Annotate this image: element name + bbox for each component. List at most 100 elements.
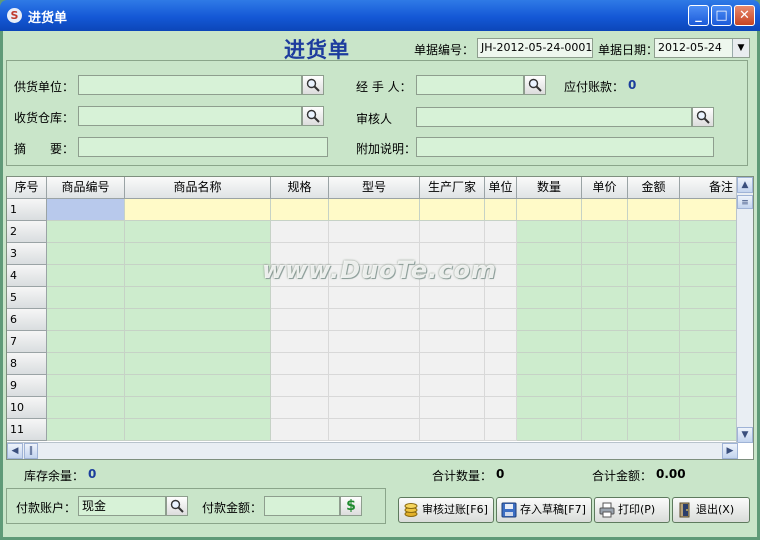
grid-cell[interactable]: [582, 243, 628, 265]
grid-cell[interactable]: [420, 375, 485, 397]
row-header[interactable]: 9: [7, 375, 47, 397]
grid-cell[interactable]: [47, 221, 125, 243]
grid-cell[interactable]: [271, 397, 329, 419]
grid-cell[interactable]: [125, 221, 271, 243]
grid-cell[interactable]: [271, 331, 329, 353]
grid-cell[interactable]: [125, 243, 271, 265]
grid-cell[interactable]: [628, 243, 680, 265]
col-header-spec[interactable]: 规格: [271, 177, 329, 199]
grid-cell[interactable]: [271, 309, 329, 331]
grid-cell[interactable]: [420, 309, 485, 331]
handler-search-button[interactable]: [524, 75, 546, 95]
grid-cell[interactable]: [680, 309, 738, 331]
pay-amount-field[interactable]: [264, 496, 340, 516]
grid-cell[interactable]: [125, 199, 271, 221]
grid-cell[interactable]: [517, 309, 582, 331]
grid-cell[interactable]: [517, 397, 582, 419]
summary-field[interactable]: [78, 137, 328, 157]
minimize-button[interactable]: _: [688, 5, 709, 26]
grid-cell[interactable]: [420, 397, 485, 419]
exit-button[interactable]: 退出(X): [672, 497, 750, 523]
reviewer-field[interactable]: [416, 107, 692, 127]
grid-cell[interactable]: [582, 353, 628, 375]
grid-cell[interactable]: [420, 287, 485, 309]
grid-cell[interactable]: [47, 331, 125, 353]
row-header[interactable]: 1: [7, 199, 47, 221]
supplier-search-button[interactable]: [302, 75, 324, 95]
grid-cell[interactable]: [47, 375, 125, 397]
reviewer-search-button[interactable]: [692, 107, 714, 127]
save-draft-button[interactable]: 存入草稿[F7]: [496, 497, 592, 523]
grid-cell[interactable]: [125, 397, 271, 419]
chevron-down-icon[interactable]: ▼: [732, 39, 749, 57]
items-grid[interactable]: 序号 商品编号 商品名称 规格 型号 生产厂家 单位 数量 单价 金额 备注 1…: [6, 176, 754, 460]
grid-cell[interactable]: [582, 397, 628, 419]
grid-cell[interactable]: [628, 331, 680, 353]
grid-cell[interactable]: [517, 199, 582, 221]
grid-cell[interactable]: [329, 353, 420, 375]
grid-cell[interactable]: [485, 331, 517, 353]
grid-cell[interactable]: [680, 353, 738, 375]
col-header-code[interactable]: 商品编号: [47, 177, 125, 199]
grid-cell[interactable]: [329, 397, 420, 419]
grid-cell[interactable]: [329, 199, 420, 221]
grid-cell[interactable]: [125, 287, 271, 309]
maximize-button[interactable]: □: [711, 5, 732, 26]
supplier-field[interactable]: [78, 75, 302, 95]
title-bar[interactable]: [0, 0, 760, 31]
grid-cell[interactable]: [271, 353, 329, 375]
grid-cell[interactable]: [47, 353, 125, 375]
grid-cell[interactable]: [582, 375, 628, 397]
grid-cell[interactable]: [680, 331, 738, 353]
grid-cell[interactable]: [485, 419, 517, 441]
grid-cell[interactable]: [329, 419, 420, 441]
grid-cell[interactable]: [420, 221, 485, 243]
row-header[interactable]: 4: [7, 265, 47, 287]
grid-cell[interactable]: [485, 353, 517, 375]
col-header-maker[interactable]: 生产厂家: [420, 177, 485, 199]
row-header[interactable]: 5: [7, 287, 47, 309]
col-header-amount[interactable]: 金额: [628, 177, 680, 199]
scroll-thumb[interactable]: ≡: [737, 195, 753, 209]
print-button[interactable]: 打印(P): [594, 497, 670, 523]
grid-cell[interactable]: [271, 221, 329, 243]
grid-cell[interactable]: [680, 375, 738, 397]
scroll-right-icon[interactable]: ▶: [722, 443, 738, 459]
col-header-unit[interactable]: 单位: [485, 177, 517, 199]
col-header-remark[interactable]: 备注: [680, 177, 738, 199]
grid-cell[interactable]: [420, 199, 485, 221]
scroll-up-icon[interactable]: ▲: [737, 177, 753, 193]
col-header-name[interactable]: 商品名称: [125, 177, 271, 199]
row-header[interactable]: 7: [7, 331, 47, 353]
pay-account-search-button[interactable]: [166, 496, 188, 516]
grid-cell[interactable]: [517, 331, 582, 353]
grid-cell[interactable]: [582, 265, 628, 287]
grid-cell[interactable]: [517, 419, 582, 441]
grid-cell[interactable]: [271, 419, 329, 441]
col-header-model[interactable]: 型号: [329, 177, 420, 199]
grid-cell[interactable]: [47, 287, 125, 309]
grid-cell[interactable]: [628, 419, 680, 441]
grid-cell[interactable]: [485, 199, 517, 221]
grid-cell[interactable]: [420, 353, 485, 375]
grid-cell[interactable]: [125, 375, 271, 397]
grid-cell[interactable]: [680, 199, 738, 221]
grid-cell[interactable]: [47, 199, 125, 221]
grid-cell[interactable]: [420, 331, 485, 353]
row-header[interactable]: 10: [7, 397, 47, 419]
grid-cell[interactable]: [680, 221, 738, 243]
grid-cell[interactable]: [125, 265, 271, 287]
grid-cell[interactable]: [47, 309, 125, 331]
grid-cell[interactable]: [271, 375, 329, 397]
scroll-left-icon[interactable]: ◀: [7, 443, 23, 459]
grid-cell[interactable]: [680, 243, 738, 265]
grid-cell[interactable]: [485, 375, 517, 397]
grid-cell[interactable]: [628, 287, 680, 309]
doc-date-field[interactable]: 2012-05-24 ▼: [654, 38, 750, 58]
horizontal-scrollbar[interactable]: ◀ ‖ ▶: [7, 442, 738, 459]
grid-cell[interactable]: [125, 309, 271, 331]
dollar-icon[interactable]: $: [340, 496, 362, 516]
doc-no-field[interactable]: JH-2012-05-24-0001: [477, 38, 593, 58]
grid-cell[interactable]: [582, 199, 628, 221]
grid-cell[interactable]: [628, 221, 680, 243]
